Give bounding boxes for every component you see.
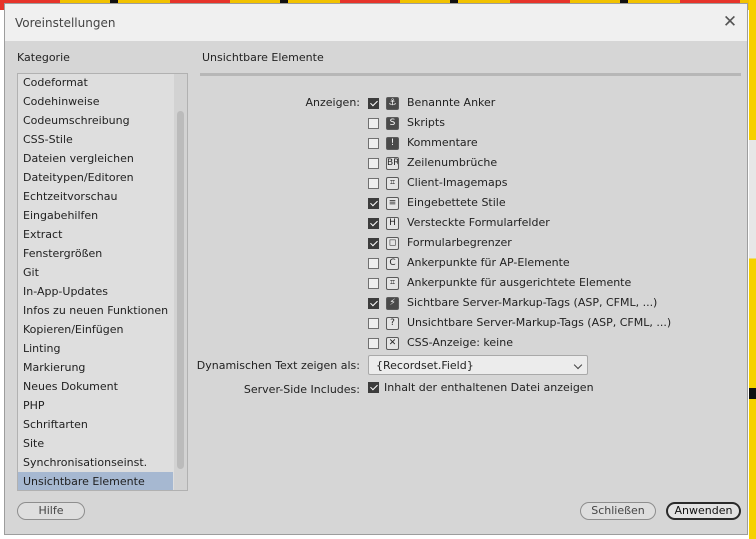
category-list[interactable]: Codeformat Codehinweise Codeumschreibung CS… <box>17 73 188 491</box>
sidebar-item[interactable]: Codeformat <box>18 74 173 92</box>
option-checkbox[interactable] <box>368 138 379 149</box>
option-label[interactable]: Formularbegrenzer <box>407 236 512 249</box>
option-checkbox[interactable] <box>368 178 379 189</box>
option-checkbox[interactable] <box>368 318 379 329</box>
option-label[interactable]: CSS-Anzeige: keine <box>407 336 513 349</box>
pane-divider <box>200 73 741 76</box>
dynamic-text-label: Dynamischen Text zeigen als: <box>196 359 360 372</box>
help-button[interactable]: Hilfe <box>17 502 85 520</box>
ap-anchor-icon: C <box>386 257 399 270</box>
sidebar-item[interactable]: Schriftarten <box>18 415 173 434</box>
option-label[interactable]: Skripts <box>407 116 445 129</box>
sidebar-item[interactable]: PHP <box>18 396 173 415</box>
sidebar-item[interactable]: Extract <box>18 225 173 244</box>
sidebar-item[interactable]: Infos zu neuen Funktionen <box>18 301 173 320</box>
css-display-none-icon: ✕ <box>386 337 399 350</box>
sidebar-item[interactable]: CSS-Stile <box>18 130 173 149</box>
option-label[interactable]: Versteckte Formularfelder <box>407 216 550 229</box>
sidebar-item[interactable]: Fenstergrößen <box>18 244 173 263</box>
embedded-style-icon: ≡ <box>386 197 399 210</box>
chevron-down-icon <box>573 360 583 370</box>
form-delimiter-icon: ◻ <box>386 237 399 250</box>
sidebar-item[interactable]: Echtzeitvorschau <box>18 187 173 206</box>
sidebar-item[interactable]: Codehinweise <box>18 92 173 111</box>
aligned-anchor-icon: ⌗ <box>386 277 399 290</box>
scrollbar-thumb[interactable] <box>177 111 184 469</box>
option-checkbox[interactable] <box>368 118 379 129</box>
imagemap-icon: ⌗ <box>386 177 399 190</box>
show-label: Anzeigen: <box>305 96 360 109</box>
sidebar-item[interactable]: Unsichtbare Elemente <box>18 472 173 490</box>
option-label[interactable]: Ankerpunkte für ausgerichtete Elemente <box>407 276 631 289</box>
option-label[interactable]: Unsichtbare Server-Markup-Tags (ASP, CFM… <box>407 316 671 329</box>
title-bar: Voreinstellungen ✕ <box>5 4 747 41</box>
ssi-checkbox[interactable] <box>368 382 379 393</box>
hidden-field-icon: H <box>386 217 399 230</box>
background-artwork-right <box>749 0 756 539</box>
option-checkbox[interactable] <box>368 98 379 109</box>
option-checkbox[interactable] <box>368 238 379 249</box>
option-label[interactable]: Client-Imagemaps <box>407 176 507 189</box>
anchor-icon: ⚓ <box>386 97 399 110</box>
pane-title: Unsichtbare Elemente <box>202 51 324 64</box>
option-label[interactable]: Eingebettete Stile <box>407 196 506 209</box>
option-label[interactable]: Ankerpunkte für AP-Elemente <box>407 256 570 269</box>
apply-button[interactable]: Anwenden <box>666 502 741 520</box>
option-checkbox[interactable] <box>368 338 379 349</box>
close-icon[interactable]: ✕ <box>719 11 741 33</box>
option-label[interactable]: Zeilenumbrüche <box>407 156 497 169</box>
category-scrollbar[interactable] <box>174 74 187 490</box>
sidebar-item[interactable]: Eingabehilfen <box>18 206 173 225</box>
sidebar-item[interactable]: Kopieren/Einfügen <box>18 320 173 339</box>
dynamic-text-value: {Recordset.Field} <box>376 359 474 372</box>
category-heading: Kategorie <box>17 51 70 64</box>
sidebar-item[interactable]: Git <box>18 263 173 282</box>
line-break-icon: BR <box>386 157 399 170</box>
sidebar-item[interactable]: Neues Dokument <box>18 377 173 396</box>
sidebar-item[interactable]: Dateien vergleichen <box>18 149 173 168</box>
option-checkbox[interactable] <box>368 298 379 309</box>
option-checkbox[interactable] <box>368 158 379 169</box>
sidebar-item[interactable]: Dateitypen/Editoren <box>18 168 173 187</box>
sidebar-item[interactable]: Codeumschreibung <box>18 111 173 130</box>
dynamic-text-select[interactable]: {Recordset.Field} <box>368 355 588 375</box>
option-label[interactable]: Kommentare <box>407 136 478 149</box>
invisible-server-tag-icon: ? <box>386 317 399 330</box>
option-label[interactable]: Sichtbare Server-Markup-Tags (ASP, CFML,… <box>407 296 657 309</box>
sidebar-item[interactable]: Site <box>18 434 173 453</box>
option-checkbox[interactable] <box>368 198 379 209</box>
preferences-dialog: Voreinstellungen ✕ Kategorie Unsichtbare… <box>4 3 748 535</box>
visible-server-tag-icon: ⚡ <box>386 297 399 310</box>
ssi-label: Server-Side Includes: <box>243 383 360 396</box>
sidebar-item[interactable]: Markierung <box>18 358 173 377</box>
option-checkbox[interactable] <box>368 218 379 229</box>
option-checkbox[interactable] <box>368 278 379 289</box>
comment-icon: ! <box>386 137 399 150</box>
sidebar-item[interactable]: Linting <box>18 339 173 358</box>
window-title: Voreinstellungen <box>15 16 116 30</box>
close-button[interactable]: Schließen <box>580 502 656 520</box>
sidebar-item[interactable]: In-App-Updates <box>18 282 173 301</box>
option-label[interactable]: Benannte Anker <box>407 96 495 109</box>
ssi-option-label[interactable]: Inhalt der enthaltenen Datei anzeigen <box>384 381 594 394</box>
script-icon: S <box>386 117 399 130</box>
sidebar-item[interactable]: Synchronisationseinst. <box>18 453 173 472</box>
option-checkbox[interactable] <box>368 258 379 269</box>
